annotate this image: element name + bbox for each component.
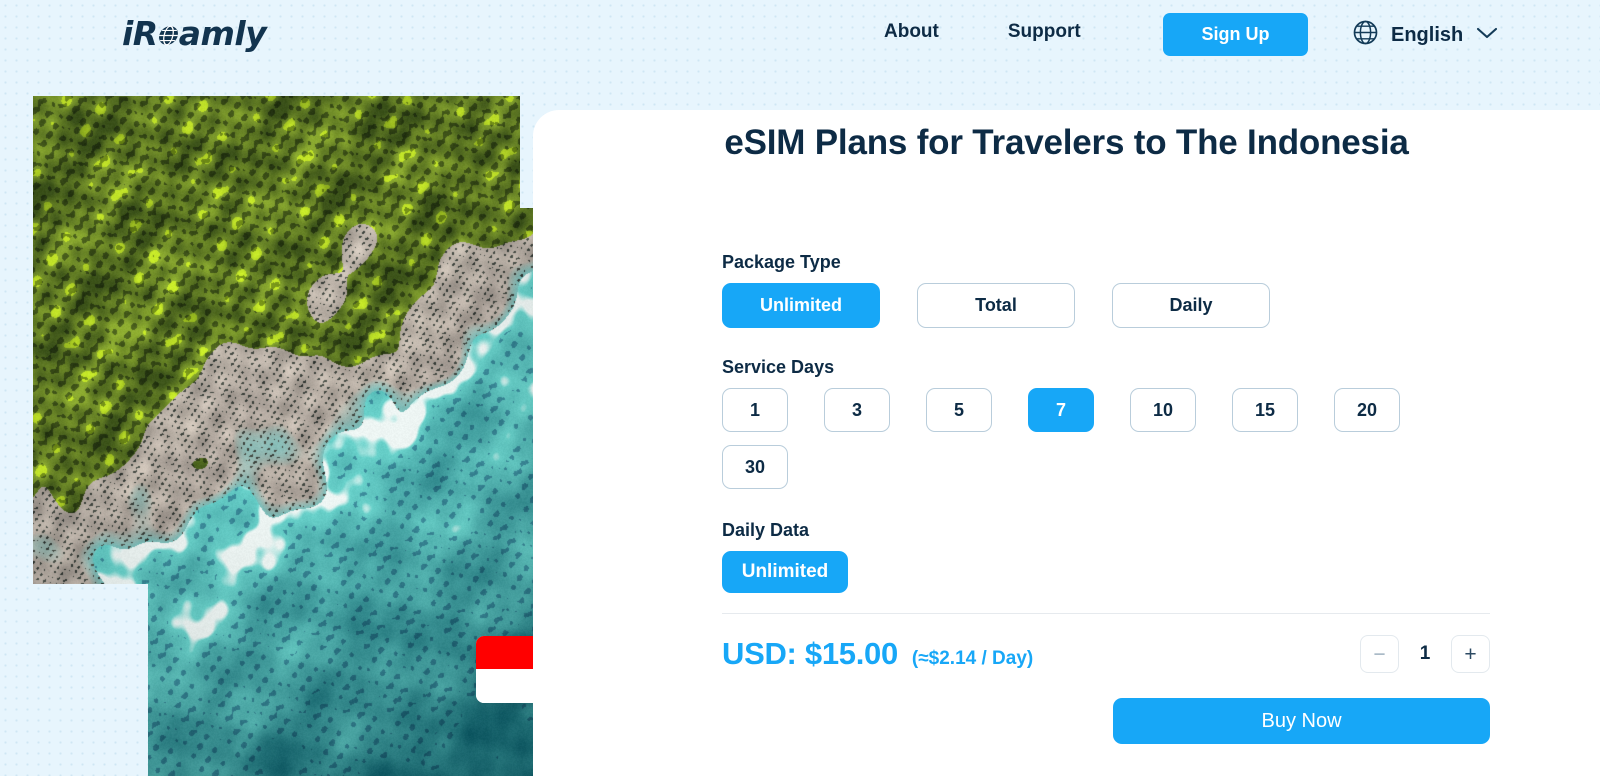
- quantity-decrement-button[interactable]: −: [1360, 635, 1399, 673]
- quantity-increment-button[interactable]: +: [1451, 635, 1490, 673]
- logo-iroamly[interactable]: iR amly: [122, 14, 267, 53]
- sign-up-button[interactable]: Sign Up: [1163, 13, 1308, 56]
- site-header: iR amly About Support Sign Up English: [0, 0, 1600, 72]
- section-divider: [722, 613, 1490, 614]
- quantity-value[interactable]: 1: [1405, 643, 1445, 665]
- daily-data-options: Unlimited: [722, 551, 1492, 593]
- buy-row: Buy Now: [722, 698, 1490, 744]
- daily-data-unlimited[interactable]: Unlimited: [722, 551, 848, 593]
- hero-image-panel: [33, 96, 611, 776]
- price-amount: USD: $15.00: [722, 636, 898, 671]
- package-type-options: Unlimited Total Daily: [722, 283, 1492, 328]
- daily-data-label: Daily Data: [722, 520, 810, 540]
- price-block: USD: $15.00 (≈$2.14 / Day): [722, 636, 1033, 672]
- logo-globe-icon: [156, 25, 181, 46]
- package-type-daily[interactable]: Daily: [1112, 283, 1270, 328]
- language-selector[interactable]: English: [1352, 19, 1499, 51]
- logo-text-pre: iR: [122, 14, 158, 53]
- service-days-15[interactable]: 15: [1232, 388, 1298, 432]
- package-type-total[interactable]: Total: [917, 283, 1075, 328]
- page-title: eSIM Plans for Travelers to The Indonesi…: [724, 123, 1409, 162]
- quantity-stepper: − 1 +: [1360, 635, 1490, 673]
- service-days-5[interactable]: 5: [926, 388, 992, 432]
- service-days-10[interactable]: 10: [1130, 388, 1196, 432]
- nav-about[interactable]: About: [884, 21, 939, 43]
- language-label: English: [1391, 23, 1464, 46]
- service-days-1[interactable]: 1: [722, 388, 788, 432]
- service-days-options: 1 3 5 7 10 15 20 30: [722, 388, 1492, 489]
- primary-nav: About Support: [884, 21, 1081, 43]
- price-per-day: (≈$2.14 / Day): [911, 648, 1034, 669]
- price-row: USD: $15.00 (≈$2.14 / Day) − 1 +: [722, 635, 1490, 673]
- buy-now-button[interactable]: Buy Now: [1113, 698, 1490, 744]
- globe-icon: [1352, 19, 1379, 51]
- package-type-label: Package Type: [722, 252, 841, 272]
- package-type-unlimited[interactable]: Unlimited: [722, 283, 880, 328]
- chevron-down-icon: [1475, 25, 1499, 46]
- service-days-7[interactable]: 7: [1028, 388, 1094, 432]
- service-days-30[interactable]: 30: [722, 445, 788, 489]
- service-days-label: Service Days: [722, 357, 835, 377]
- nav-support[interactable]: Support: [1008, 21, 1081, 43]
- service-days-3[interactable]: 3: [824, 388, 890, 432]
- service-days-20[interactable]: 20: [1334, 388, 1400, 432]
- plan-card: eSIM Plans for Travelers to The Indonesi…: [533, 110, 1600, 776]
- logo-text-post: amly: [178, 14, 267, 53]
